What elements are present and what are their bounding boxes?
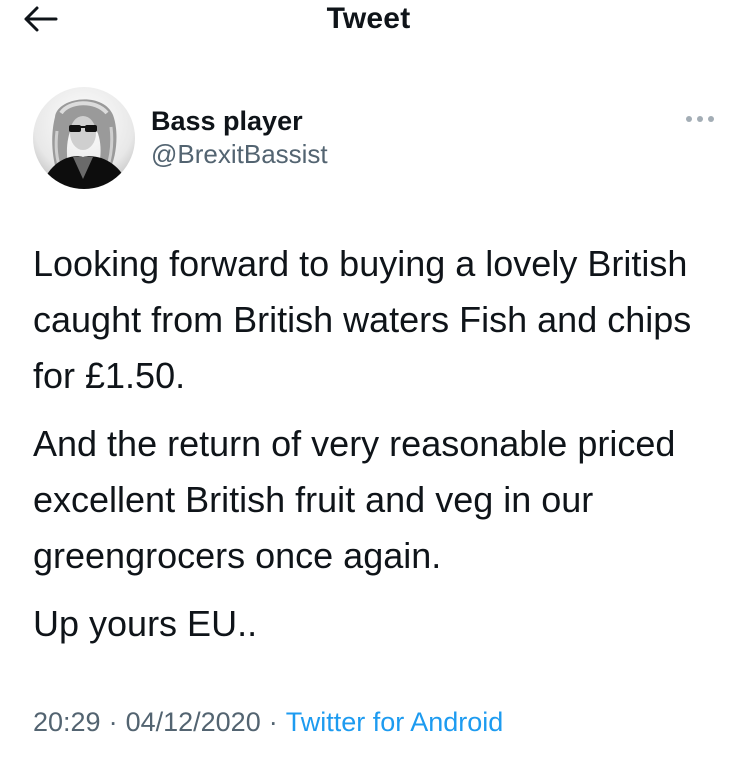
more-horizontal-icon	[686, 116, 714, 122]
tweet-author-header: Bass player @BrexitBassist	[33, 87, 723, 191]
user-handle[interactable]: @BrexitBassist	[151, 137, 328, 171]
top-bar: Tweet	[0, 0, 737, 40]
avatar-image	[33, 87, 135, 189]
more-options-button[interactable]	[682, 109, 718, 129]
meta-separator: ·	[268, 707, 278, 737]
author-names: Bass player @BrexitBassist	[151, 105, 328, 171]
tweet-date[interactable]: 04/12/2020	[126, 707, 261, 737]
tweet-source-link[interactable]: Twitter for Android	[286, 707, 504, 737]
tweet-paragraph: And the return of very reasonable priced…	[33, 423, 676, 576]
tweet-paragraph: Looking forward to buying a lovely Briti…	[33, 243, 692, 396]
avatar[interactable]	[33, 87, 135, 189]
tweet-time[interactable]: 20:29	[33, 707, 101, 737]
page-title: Tweet	[326, 2, 411, 35]
tweet-paragraph: Up yours EU..	[33, 603, 258, 644]
meta-separator: ·	[108, 707, 118, 737]
tweet-metadata: 20:29 · 04/12/2020 · Twitter for Android	[33, 705, 503, 739]
tweet-text: Looking forward to buying a lovely Briti…	[33, 236, 713, 664]
display-name[interactable]: Bass player	[151, 105, 328, 137]
